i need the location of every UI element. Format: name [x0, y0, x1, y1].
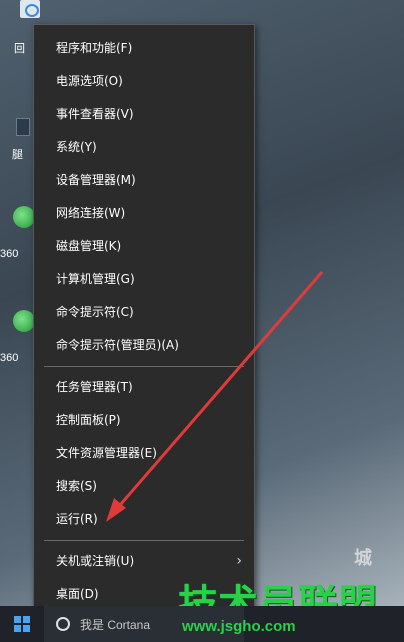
recycle-bin-icon[interactable]: [14, 0, 44, 22]
menu-item-disk-management[interactable]: 磁盘管理(K): [34, 230, 254, 263]
menu-item-command-prompt-admin[interactable]: 命令提示符(管理员)(A): [34, 329, 254, 362]
desktop-icon-label: 回: [14, 43, 25, 55]
menu-item-computer-management[interactable]: 计算机管理(G): [34, 263, 254, 296]
menu-item-system[interactable]: 系统(Y): [34, 131, 254, 164]
menu-item-label: 关机或注销(U): [56, 554, 135, 568]
desktop-icon-label: 腿: [12, 149, 23, 161]
menu-item-event-viewer[interactable]: 事件查看器(V): [34, 98, 254, 131]
watermark-url-text: www.jsgho.com: [182, 618, 296, 635]
watermark-city-text: 城: [354, 548, 372, 569]
menu-separator: [44, 540, 244, 541]
desktop-icon-label: 360: [0, 352, 19, 364]
menu-item-network-connections[interactable]: 网络连接(W): [34, 197, 254, 230]
menu-item-programs-features[interactable]: 程序和功能(F): [34, 32, 254, 65]
windows-logo-icon: [14, 616, 30, 632]
menu-item-file-explorer[interactable]: 文件资源管理器(E): [34, 437, 254, 470]
cortana-icon: [56, 617, 70, 631]
search-placeholder: 我是 Cortana: [80, 617, 151, 632]
menu-item-command-prompt[interactable]: 命令提示符(C): [34, 296, 254, 329]
menu-item-search[interactable]: 搜索(S): [34, 470, 254, 503]
menu-item-control-panel[interactable]: 控制面板(P): [34, 404, 254, 437]
menu-item-task-manager[interactable]: 任务管理器(T): [34, 371, 254, 404]
360-app-icon[interactable]: [13, 310, 35, 332]
menu-item-run[interactable]: 运行(R): [34, 503, 254, 536]
desktop-icon-label: 360: [0, 248, 19, 260]
360-app-icon[interactable]: [13, 206, 35, 228]
start-button[interactable]: [0, 606, 44, 642]
menu-item-power-options[interactable]: 电源选项(O): [34, 65, 254, 98]
menu-item-device-manager[interactable]: 设备管理器(M): [34, 164, 254, 197]
menu-separator: [44, 366, 244, 367]
document-icon[interactable]: [16, 118, 30, 136]
winx-context-menu: 程序和功能(F) 电源选项(O) 事件查看器(V) 系统(Y) 设备管理器(M)…: [33, 24, 255, 609]
